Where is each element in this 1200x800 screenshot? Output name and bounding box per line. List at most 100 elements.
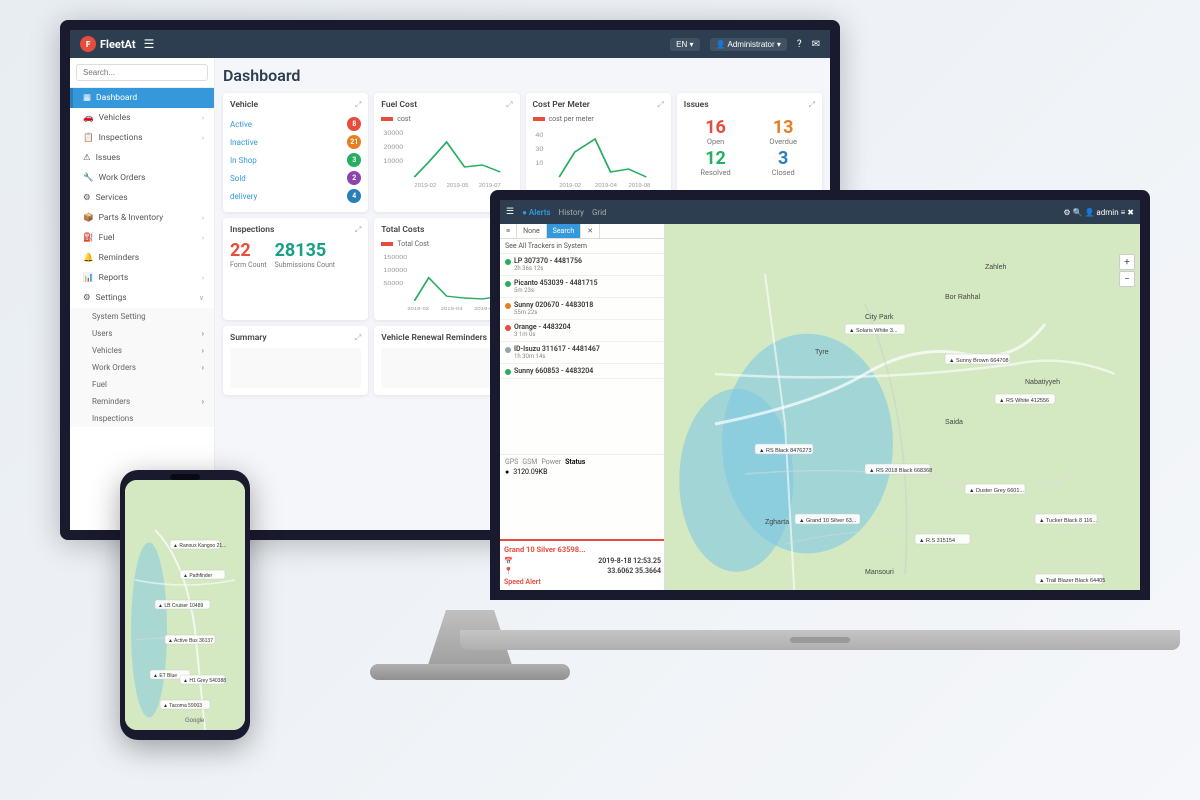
scene: F FleetAt ☰ EN ▾ 👤 Administrator ▾ ? ✉ (0, 0, 1200, 800)
svg-text:Saida: Saida (945, 419, 963, 426)
map-marker-9[interactable]: ▲ R.S 315154 (915, 534, 970, 544)
svg-text:2019-02: 2019-02 (559, 183, 581, 187)
tracker-item-3[interactable]: Sunny 020670 - 4483018 55m 22s (500, 298, 664, 320)
vehicle-item-sold: Sold 2 (230, 169, 361, 187)
page-title: Dashboard (223, 66, 822, 85)
map-marker-10[interactable]: ▲ Trail Blazer Black 64405 (1035, 574, 1105, 584)
sidebar-item-inspections[interactable]: 📋 Inspections › (70, 128, 214, 148)
sidebar-sub-users[interactable]: Users › (70, 325, 214, 342)
sidebar-item-settings[interactable]: ⚙ Settings ∨ (70, 288, 214, 308)
mobile-map-svg: ▲ Ranoux Kangoo 21... ▲ Pathfinder ▲ LB … (125, 480, 245, 730)
tracker-item-6[interactable]: Sunny 660853 - 4483204 (500, 364, 664, 379)
summary-card: Summary ⤢ (223, 326, 368, 395)
map-marker-4[interactable]: ▲ RS Black 8476273 (755, 444, 813, 454)
issues-closed: 3 Closed (751, 150, 815, 177)
sidebar-sub-inspections[interactable]: Inspections (70, 410, 214, 427)
zoom-in-button[interactable]: + (1119, 254, 1135, 270)
svg-text:▲ RS Black 8476273: ▲ RS Black 8476273 (759, 448, 812, 454)
sidebar-item-parts[interactable]: 📦 Parts & Inventory › (70, 208, 214, 228)
navbar-right: EN ▾ 👤 Administrator ▾ ? ✉ (670, 38, 820, 51)
sidebar-item-reports[interactable]: 📊 Reports › (70, 268, 214, 288)
sidebar-item-workorders[interactable]: 🔧 Work Orders (70, 168, 214, 188)
zoom-out-button[interactable]: − (1119, 271, 1135, 287)
map-container: ☰ ● Alerts History Grid ⚙ 🔍 👤 admin ≡ ✖ … (500, 200, 1140, 590)
menu-icon[interactable]: ☰ (506, 207, 514, 217)
workorders-icon: 🔧 (83, 173, 94, 183)
tracker-item-5[interactable]: ID-Isuzu 311617 - 4481467 1h 30m 14s (500, 342, 664, 364)
inshop-label: In Shop (230, 156, 257, 165)
history-tab[interactable]: History (559, 208, 584, 217)
sidebar-sub-system[interactable]: System Setting (70, 308, 214, 325)
tracker-name-6: Sunny 660853 - 4483204 (514, 367, 659, 375)
sidebar-label-reports: Reports (99, 273, 129, 283)
cpm-legend: cost per meter (549, 115, 594, 123)
sidebar-item-fuel[interactable]: ⛽ Fuel › (70, 228, 214, 248)
mobile-marker-6: ▲ H1 Grey 540388 (180, 675, 226, 684)
expand-icon[interactable]: ⤢ (355, 100, 361, 110)
search-input[interactable] (76, 64, 208, 81)
sidebar-item-issues[interactable]: ⚠ Issues (70, 148, 214, 168)
sidebar-item-dashboard[interactable]: ▦ Dashboard (70, 88, 214, 108)
sidebar-sub-reminders[interactable]: Reminders › (70, 393, 214, 410)
svg-text:150000: 150000 (384, 255, 408, 261)
logo: F FleetAt (80, 36, 136, 52)
sidebar-label-parts: Parts & Inventory (99, 213, 164, 223)
mobile-marker-4: ▲ Active Bus 36137 (165, 635, 215, 644)
map-marker-6[interactable]: ▲ Duster Grey 6601... (965, 484, 1025, 494)
chevron-right-sub-icon-2: › (202, 346, 204, 355)
map-marker-3[interactable]: ▲ RS White 412556 (995, 394, 1055, 404)
svg-text:▲ RS White 412556: ▲ RS White 412556 (999, 398, 1049, 404)
summary-expand-icon[interactable]: ⤢ (355, 333, 361, 343)
map-marker-7[interactable]: ▲ Grand 10 Silver 63... (795, 514, 860, 524)
map-marker-5[interactable]: ▲ RS 2018 Black 668368 (865, 464, 932, 474)
search-tab[interactable]: Search (547, 224, 582, 238)
alerts-tab[interactable]: ● Alerts (522, 208, 550, 217)
sidebar-item-vehicles[interactable]: 🚗 Vehicles › (70, 108, 214, 128)
map-svg: Zahleh Bor Rahhal City Park Tyre Saida N… (665, 224, 1140, 590)
email-icon[interactable]: ✉ (812, 39, 820, 50)
help-icon[interactable]: ? (797, 39, 802, 50)
sidebar-sub-workorders[interactable]: Work Orders › (70, 359, 214, 376)
svg-text:10: 10 (535, 160, 543, 166)
svg-text:2019-08: 2019-08 (628, 183, 650, 187)
tracker-item-2[interactable]: Picanto 453039 - 4481715 5m 23s (500, 276, 664, 298)
cpm-header: Cost Per Meter ⤢ (533, 100, 664, 110)
grid-tab[interactable]: Grid (592, 208, 607, 217)
hamburger-icon[interactable]: ☰ (144, 37, 155, 51)
none-option[interactable]: None (517, 224, 547, 238)
filter-icon[interactable]: ≡ (500, 224, 517, 238)
close-tab[interactable]: ✕ (581, 224, 600, 238)
sidebar-sub-vehicles[interactable]: Vehicles › (70, 342, 214, 359)
gps-data-panel: GPS GSM Power Status ● 3120.09KB (500, 454, 664, 479)
cpm-expand-icon[interactable]: ⤢ (657, 100, 663, 110)
svg-text:Bor Rahhal: Bor Rahhal (945, 294, 980, 301)
sidebar-item-services[interactable]: ⚙ Services (70, 188, 214, 208)
svg-text:Zahleh: Zahleh (985, 264, 1007, 271)
sidebar-label-reminders: Reminders (99, 253, 140, 263)
language-button[interactable]: EN ▾ (670, 38, 699, 51)
inactive-label: Inactive (230, 138, 258, 147)
issues-header: Issues ⤢ (684, 100, 815, 110)
tracker-item-4[interactable]: Orange - 4483204 3 1m 0s (500, 320, 664, 342)
reports-icon: 📊 (83, 273, 94, 283)
svg-text:2019-05: 2019-05 (447, 183, 469, 187)
sidebar-item-reminders[interactable]: 🔔 Reminders (70, 248, 214, 268)
map-marker-1[interactable]: ▲ Solaris White 3... (845, 324, 905, 334)
tracker-item-1[interactable]: LP 307370 - 4481756 2h 36s 12s (500, 254, 664, 276)
fuel-cost-chart: 30000 20000 10000 2019-02 2019-05 2019-0… (381, 127, 512, 187)
inshop-badge: 3 (347, 153, 361, 167)
sidebar-label-services: Services (96, 193, 128, 203)
map-marker-2[interactable]: ▲ Sunny Brown 664708 (945, 354, 1010, 364)
map-marker-8[interactable]: ▲ Tucker Black 8 116... (1035, 514, 1097, 524)
active-label: Active (230, 120, 252, 129)
tracker-list: LP 307370 - 4481756 2h 36s 12s Picanto 4… (500, 254, 664, 454)
overdue-value: 13 (751, 119, 815, 137)
vehicles-icon: 🚗 (83, 113, 94, 123)
inspections-expand-icon[interactable]: ⤢ (355, 225, 361, 235)
fuel-expand-icon[interactable]: ⤢ (506, 100, 512, 110)
issues-expand-icon[interactable]: ⤢ (809, 100, 815, 110)
user-button[interactable]: 👤 Administrator ▾ (710, 38, 787, 51)
summary-title: Summary (230, 333, 267, 343)
sidebar-sub-fuel[interactable]: Fuel (70, 376, 214, 393)
svg-text:2019-04: 2019-04 (441, 307, 463, 310)
